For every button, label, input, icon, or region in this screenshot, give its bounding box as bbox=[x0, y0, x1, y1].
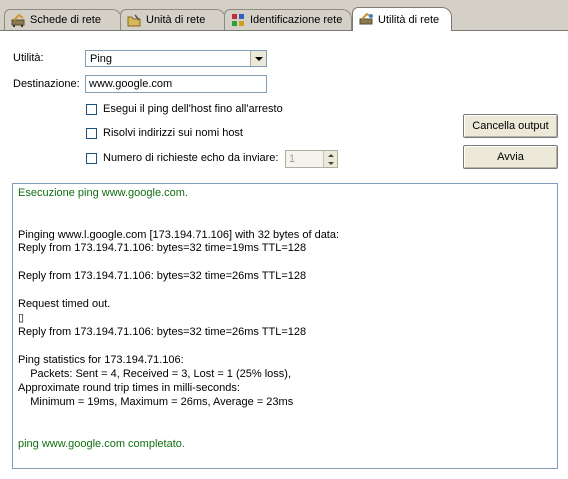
output-line: Reply from 173.194.71.106: bytes=32 time… bbox=[18, 242, 307, 254]
tab-network-drives[interactable]: Unità di rete bbox=[120, 9, 226, 30]
echo-count-checkbox[interactable] bbox=[86, 153, 97, 164]
output-start-line: Esecuzione ping www.google.com. bbox=[18, 187, 188, 199]
network-id-icon bbox=[231, 13, 246, 27]
tab-label: Unità di rete bbox=[146, 14, 206, 26]
output-line: Packets: Sent = 4, Received = 3, Lost = … bbox=[18, 368, 292, 380]
output-end-line: ping www.google.com completato. bbox=[18, 438, 185, 450]
echo-count-value: 1 bbox=[289, 153, 296, 165]
utility-select-value: Ping bbox=[90, 53, 113, 65]
utility-select[interactable]: Ping bbox=[85, 50, 267, 67]
output-line: Reply from 173.194.71.106: bytes=32 time… bbox=[18, 270, 307, 282]
output-line: Minimum = 19ms, Maximum = 26ms, Average … bbox=[18, 396, 294, 408]
chevron-down-icon[interactable] bbox=[250, 51, 266, 66]
output-line: Reply from 173.194.71.106: bytes=32 time… bbox=[18, 326, 307, 338]
tab-network-utilities[interactable]: Utilità di rete bbox=[352, 7, 452, 31]
tab-divider bbox=[0, 30, 568, 31]
tab-network-identification[interactable]: Identificazione rete bbox=[224, 9, 352, 30]
continuous-ping-checkbox[interactable] bbox=[86, 104, 97, 115]
echo-count-label: Numero di richieste echo da inviare: bbox=[103, 152, 279, 164]
output-line: Pinging www.l.google.com [173.194.71.106… bbox=[18, 229, 340, 241]
clear-output-button[interactable]: Cancella output bbox=[463, 114, 558, 138]
tab-label: Utilità di rete bbox=[378, 13, 440, 26]
utility-label: Utilità: bbox=[13, 52, 44, 64]
output-line: Request timed out. bbox=[18, 298, 111, 310]
network-card-icon bbox=[11, 13, 26, 27]
spin-down-icon[interactable] bbox=[323, 159, 337, 167]
tab-strip: Schede di rete Unità di rete Identificaz… bbox=[0, 0, 568, 31]
network-tools-icon bbox=[359, 13, 374, 27]
tab-label: Schede di rete bbox=[30, 14, 101, 26]
output-line: Approximate round trip times in milli-se… bbox=[18, 382, 240, 394]
continuous-ping-label: Esegui il ping dell'host fino all'arrest… bbox=[103, 103, 283, 115]
output-line: ▯ bbox=[18, 312, 25, 324]
echo-count-stepper[interactable]: 1 bbox=[285, 150, 338, 168]
resolve-hosts-label: Risolvi indirizzi sui nomi host bbox=[103, 127, 243, 139]
folder-icon bbox=[127, 13, 142, 27]
destination-input[interactable]: www.google.com bbox=[85, 75, 267, 93]
tab-label: Identificazione rete bbox=[250, 14, 343, 26]
resolve-hosts-checkbox[interactable] bbox=[86, 128, 97, 139]
start-button[interactable]: Avvia bbox=[463, 145, 558, 169]
tab-network-cards[interactable]: Schede di rete bbox=[4, 9, 122, 30]
destination-label: Destinazione: bbox=[13, 78, 80, 90]
output-area[interactable]: Esecuzione ping www.google.com. Pinging … bbox=[12, 183, 558, 469]
output-line: Ping statistics for 173.194.71.106: bbox=[18, 354, 184, 366]
